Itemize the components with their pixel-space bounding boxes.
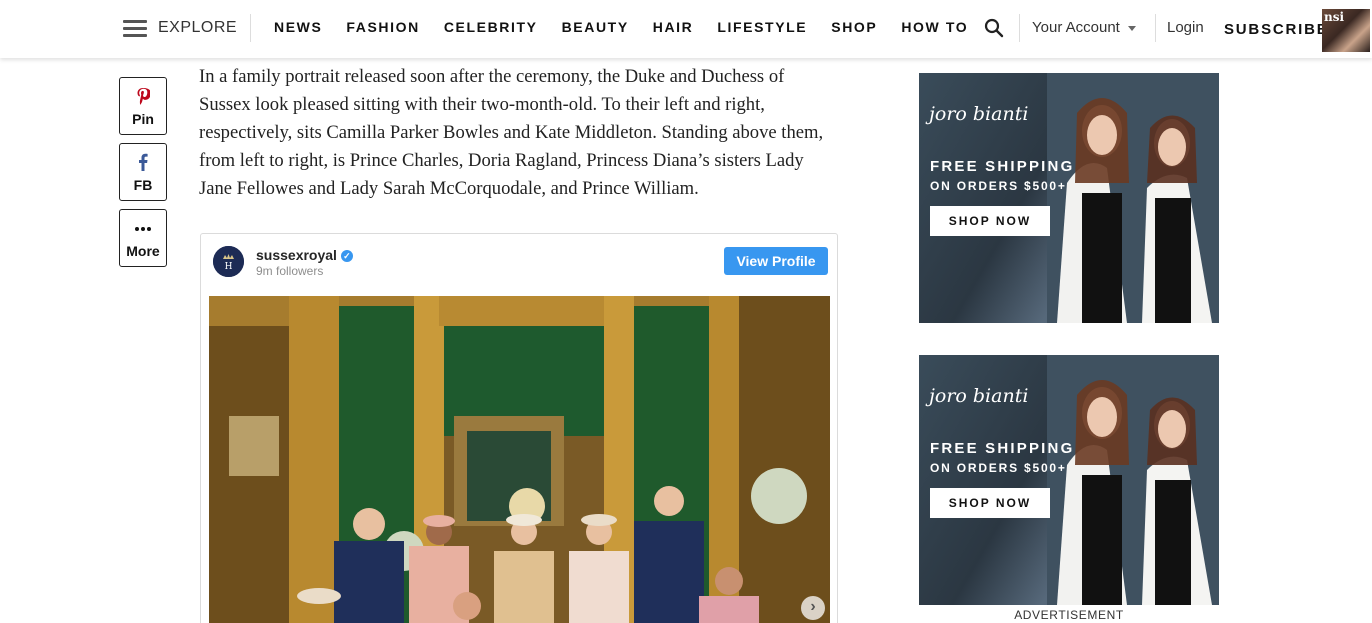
search-icon[interactable] [984, 18, 1004, 38]
ad-brand-logo: joro bianti [929, 103, 1029, 125]
next-arrow-icon[interactable]: › [801, 596, 825, 620]
subscribe-link[interactable]: SUBSCRIBE [1224, 21, 1329, 38]
ad-headline: FREE SHIPPING [930, 440, 1075, 457]
advertisement-label: ADVERTISEMENT [1014, 608, 1124, 622]
pin-label: Pin [132, 111, 154, 127]
username-text: sussexroyal [256, 247, 337, 263]
ad-brand-logo: joro bianti [929, 385, 1029, 407]
ad-headline: FREE SHIPPING [930, 158, 1075, 175]
magazine-cover-logo: nsi [1324, 10, 1345, 24]
follower-count: 9m followers [256, 264, 324, 278]
ad-shop-now-button[interactable]: SHOP NOW [930, 206, 1050, 236]
account-label: Your Account [1032, 19, 1120, 36]
article-paragraph: In a family portrait released soon after… [199, 66, 824, 199]
pinterest-icon [120, 87, 166, 107]
view-profile-button[interactable]: View Profile [724, 247, 828, 275]
instagram-embed: H sussexroyal ✓ 9m followers View Profile [200, 233, 838, 623]
ad-models-image [1047, 73, 1219, 323]
fb-label: FB [133, 177, 153, 193]
avatar[interactable]: H [213, 246, 244, 277]
more-dots-icon [120, 219, 166, 239]
site-header: EXPLORE NEWS FASHION CELEBRITY BEAUTY HA… [0, 0, 1372, 58]
nav-how-to[interactable]: HOW TO [901, 19, 968, 35]
ad-subheadline: ON ORDERS $500+ [930, 461, 1067, 475]
divider [1019, 14, 1020, 42]
menu-icon[interactable] [123, 20, 147, 37]
nav-shop[interactable]: SHOP [831, 19, 877, 35]
your-account-dropdown[interactable]: Your Account [1032, 19, 1136, 36]
facebook-share-button[interactable]: FB [119, 143, 167, 201]
divider [1155, 14, 1156, 42]
nav-beauty[interactable]: BEAUTY [562, 19, 629, 35]
explore-link[interactable]: EXPLORE [158, 19, 237, 37]
divider [250, 14, 251, 42]
ad-subheadline: ON ORDERS $500+ [930, 179, 1067, 193]
nav-news[interactable]: NEWS [274, 19, 322, 35]
magazine-cover-thumbnail[interactable]: nsi [1322, 9, 1370, 52]
nav-lifestyle[interactable]: LIFESTYLE [717, 19, 807, 35]
advertisement-banner-1[interactable]: joro bianti FREE SHIPPING ON ORDERS $500… [919, 73, 1219, 323]
facebook-icon [120, 153, 166, 173]
login-link[interactable]: Login [1167, 19, 1204, 36]
pin-share-button[interactable]: Pin [119, 77, 167, 135]
main-nav: NEWS FASHION CELEBRITY BEAUTY HAIR LIFES… [274, 19, 992, 35]
more-share-button[interactable]: More [119, 209, 167, 267]
verified-badge-icon: ✓ [340, 250, 353, 263]
nav-celebrity[interactable]: CELEBRITY [444, 19, 538, 35]
ad-shop-now-button[interactable]: SHOP NOW [930, 488, 1050, 518]
ad-models-image [1047, 355, 1219, 605]
instagram-username[interactable]: sussexroyal ✓ [256, 247, 353, 263]
advertisement-banner-2[interactable]: joro bianti FREE SHIPPING ON ORDERS $500… [919, 355, 1219, 605]
svg-text:H: H [225, 262, 233, 272]
nav-fashion[interactable]: FASHION [346, 19, 419, 35]
instagram-photo[interactable] [209, 296, 830, 623]
chevron-down-icon [1127, 25, 1136, 31]
more-label: More [126, 243, 160, 259]
nav-hair[interactable]: HAIR [653, 19, 694, 35]
